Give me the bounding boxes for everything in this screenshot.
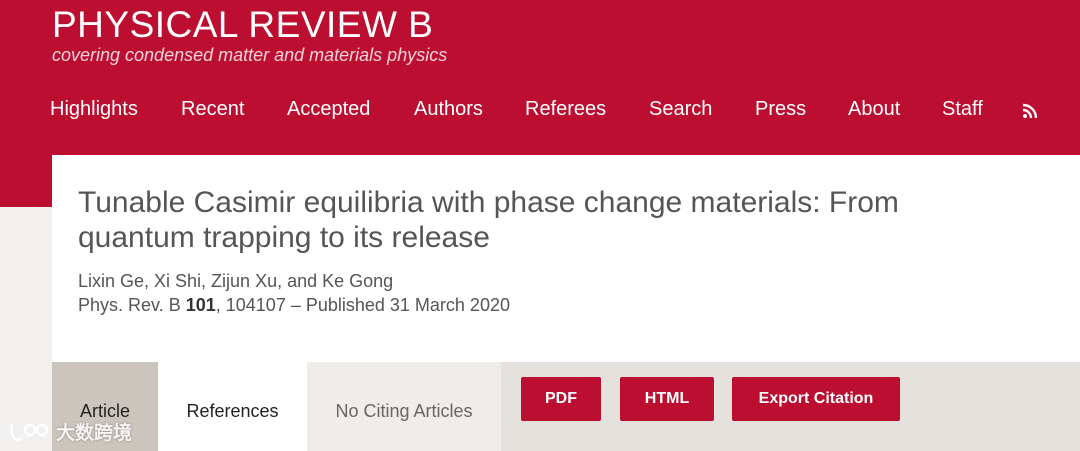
rss-icon[interactable] — [1022, 103, 1038, 119]
nav-about[interactable]: About — [848, 98, 900, 121]
tab-references-label: References — [186, 401, 279, 421]
nav-recent[interactable]: Recent — [181, 98, 244, 121]
pdf-button[interactable]: PDF — [521, 377, 601, 421]
export-citation-button[interactable]: Export Citation — [732, 377, 900, 421]
journal-subtitle: covering condensed matter and materials … — [52, 45, 448, 65]
journal-title[interactable]: PHYSICAL REVIEW B — [52, 4, 433, 46]
article-tabbar: Article References No Citing Articles PD… — [52, 362, 1080, 451]
article-card: Tunable Casimir equilibria with phase ch… — [52, 155, 1080, 451]
volume-number: 101 — [185, 295, 216, 315]
nav-search[interactable]: Search — [649, 98, 712, 121]
nav-highlights[interactable]: Highlights — [50, 98, 138, 121]
nav-referees[interactable]: Referees — [525, 98, 606, 121]
nav-accepted[interactable]: Accepted — [287, 98, 370, 121]
citation-line: Phys. Rev. B 101, 104107 – Published 31 … — [78, 295, 510, 316]
author-list[interactable]: Lixin Ge, Xi Shi, Zijun Xu, and Ke Gong — [78, 271, 393, 292]
tab-references[interactable]: References — [158, 362, 307, 451]
tab-citing-label: No Citing Articles — [335, 401, 473, 421]
article-title-line-1: Tunable Casimir equilibria with phase ch… — [78, 186, 899, 219]
nav-press[interactable]: Press — [755, 98, 806, 121]
html-button[interactable]: HTML — [620, 377, 714, 421]
watermark-text: 大数跨境 — [56, 421, 133, 444]
main-nav: Highlights Recent Accepted Authors Refer… — [0, 98, 1080, 128]
nav-authors[interactable]: Authors — [414, 98, 483, 121]
article-title: Tunable Casimir equilibria with phase ch… — [78, 185, 1068, 255]
watermark-logo-icon — [10, 423, 49, 442]
nav-staff[interactable]: Staff — [942, 98, 983, 121]
watermark: 大数跨境 — [8, 416, 132, 446]
citation-details: , 104107 – Published 31 March 2020 — [215, 295, 510, 315]
journal-abbrev: Phys. Rev. B — [78, 295, 181, 315]
article-title-line-2: quantum trapping to its release — [78, 221, 490, 254]
tab-citing-articles[interactable]: No Citing Articles — [307, 362, 501, 451]
